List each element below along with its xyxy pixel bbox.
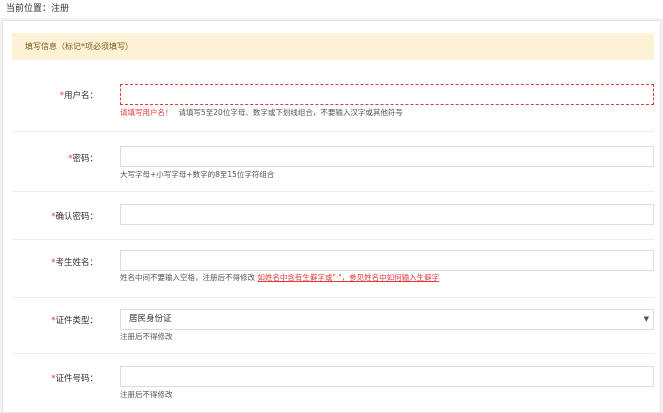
name-input[interactable] — [120, 250, 654, 271]
name-hint: 姓名中间不要输入空格，注册后不得修改 如姓名中含有生僻字或"·"，参见姓名中如何… — [120, 273, 440, 282]
password-input[interactable] — [120, 146, 654, 167]
username-error: 请填写用户名！ — [120, 108, 173, 117]
divider — [12, 131, 654, 132]
idtype-selected-value: 居民身份证 — [129, 314, 172, 324]
notice-banner: 填写信息（标记*项必须填写） — [12, 33, 654, 60]
divider — [12, 239, 654, 240]
breadcrumb-label: 当前位置： — [6, 4, 52, 14]
breadcrumb-current: 注册 — [51, 4, 70, 14]
divider — [12, 191, 654, 192]
idnumber-label: *证件号码： — [51, 374, 98, 384]
divider — [12, 353, 654, 354]
username-hint: 请填写用户名！ 请填写5至20位字母、数字或下划线组合，不要输入汉字或其他符号 — [120, 108, 403, 117]
name-label: *考生姓名： — [51, 258, 98, 268]
confirm-password-label: *确认密码： — [51, 212, 98, 222]
idtype-hint: 注册后不得修改 — [120, 332, 173, 341]
confirm-password-input[interactable] — [120, 204, 654, 225]
idtype-label: *证件类型： — [51, 316, 98, 326]
password-hint: 大写字母+小写字母+数字的8至15位字符组合 — [120, 170, 275, 179]
username-label: *用户名： — [59, 91, 98, 101]
divider — [12, 297, 654, 298]
rare-character-help-link[interactable]: 如姓名中含有生僻字或"·"，参见姓名中如何输入生僻字 — [257, 273, 439, 282]
breadcrumb: 当前位置：注册 — [0, 0, 663, 18]
idtype-select[interactable]: 居民身份证 ▼ — [120, 309, 654, 330]
idnumber-input[interactable] — [120, 366, 654, 387]
idnumber-hint: 注册后不得修改 — [120, 390, 173, 399]
password-label: *密码： — [68, 154, 98, 164]
username-input[interactable] — [120, 84, 654, 105]
registration-panel: 填写信息（标记*项必须填写） *用户名： 请填写用户名！ 请填写5至20位字母、数… — [2, 20, 661, 413]
chevron-down-icon: ▼ — [643, 315, 649, 323]
